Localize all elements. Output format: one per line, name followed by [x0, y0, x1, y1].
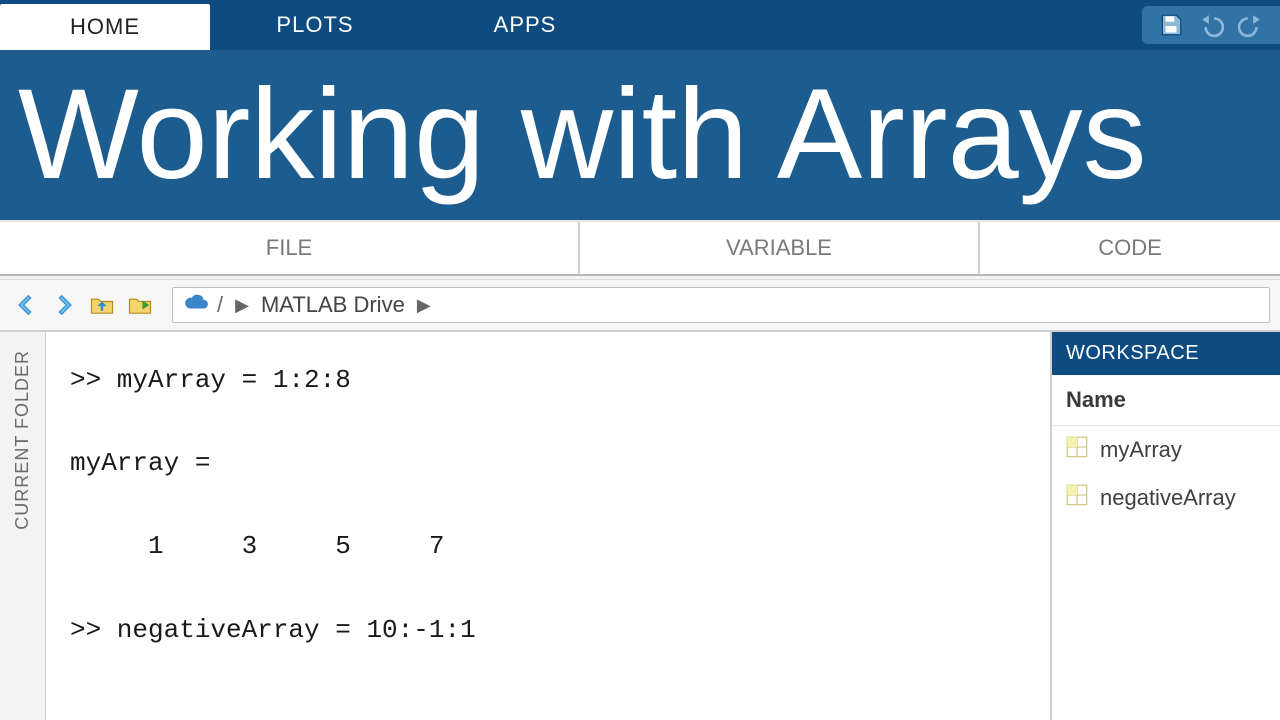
folder-up-icon[interactable]	[86, 289, 118, 321]
ribbon-sections: FILE VARIABLE CODE	[0, 220, 1280, 276]
folder-browse-icon[interactable]	[124, 289, 156, 321]
workspace-variable-name: myArray	[1100, 437, 1182, 463]
banner-title: Working with Arrays	[18, 71, 1147, 199]
tab-plots[interactable]: PLOTS	[210, 0, 420, 50]
workspace-variable[interactable]: negativeArray	[1052, 474, 1280, 522]
workspace-title: WORKSPACE	[1052, 332, 1280, 375]
redo-icon[interactable]	[1236, 10, 1266, 40]
section-code: CODE	[980, 222, 1280, 274]
save-icon[interactable]	[1156, 10, 1186, 40]
cmd-line: >> negativeArray = 10:-1:1	[70, 615, 476, 645]
breadcrumb-root: /	[217, 292, 223, 318]
address-toolbar: / ▶ MATLAB Drive ▶	[0, 280, 1280, 332]
command-window[interactable]: >> myArray = 1:2:8 myArray = 1 3 5 7 >> …	[46, 332, 1052, 720]
main-area: CURRENT FOLDER >> myArray = 1:2:8 myArra…	[0, 332, 1280, 720]
cmd-result-values: 1 3 5 7	[70, 531, 444, 561]
primary-tabs: HOME PLOTS APPS	[0, 0, 1280, 50]
cmd-line: >> myArray = 1:2:8	[70, 365, 351, 395]
section-variable: VARIABLE	[580, 222, 980, 274]
address-bar[interactable]: / ▶ MATLAB Drive ▶	[172, 287, 1270, 323]
chevron-right-icon: ▶	[231, 295, 253, 316]
workspace-variable-name: negativeArray	[1100, 485, 1236, 511]
tab-home[interactable]: HOME	[0, 4, 210, 50]
undo-icon[interactable]	[1196, 10, 1226, 40]
workspace-panel: WORKSPACE Name myArray negativeArray	[1052, 332, 1280, 720]
forward-icon[interactable]	[48, 289, 80, 321]
breadcrumb-folder[interactable]: MATLAB Drive	[261, 292, 405, 318]
workspace-variable[interactable]: myArray	[1052, 426, 1280, 474]
tab-spacer	[630, 0, 1142, 50]
array-icon	[1064, 482, 1090, 514]
back-icon[interactable]	[10, 289, 42, 321]
cloud-icon	[183, 289, 209, 321]
current-folder-label: CURRENT FOLDER	[12, 350, 33, 530]
nav-buttons	[10, 289, 162, 321]
cmd-result-header: myArray =	[70, 448, 210, 478]
banner: Working with Arrays	[0, 50, 1280, 220]
current-folder-panel[interactable]: CURRENT FOLDER	[0, 332, 46, 720]
array-icon	[1064, 434, 1090, 466]
section-file: FILE	[0, 222, 580, 274]
tab-apps[interactable]: APPS	[420, 0, 630, 50]
workspace-column-header[interactable]: Name	[1052, 375, 1280, 426]
chevron-right-icon: ▶	[413, 295, 435, 316]
quick-access-toolbar	[1142, 6, 1280, 44]
